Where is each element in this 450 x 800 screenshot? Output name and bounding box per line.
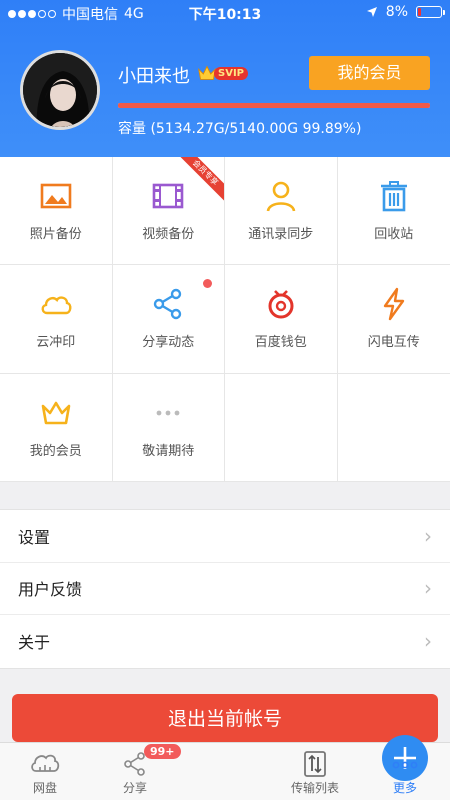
grid-item-label: 照片备份 bbox=[29, 227, 82, 243]
grid-item-label: 我的会员 bbox=[29, 443, 82, 459]
cloud-disk-icon bbox=[31, 754, 60, 772]
notification-dot bbox=[203, 279, 212, 289]
tab-label: 更多 bbox=[392, 781, 417, 795]
battery-icon bbox=[416, 6, 445, 18]
chevron-right-icon: › bbox=[424, 576, 432, 601]
more-dots-icon bbox=[156, 410, 180, 416]
tab-netdisk[interactable]: 网盘 bbox=[0, 743, 90, 800]
grid-item-label: 通讯录同步 bbox=[248, 227, 314, 243]
my-membership-button[interactable]: 我的会员 bbox=[309, 56, 430, 90]
photo-icon bbox=[40, 183, 72, 209]
grid-item-label: 回收站 bbox=[374, 227, 414, 243]
svip-badge: SVIP bbox=[196, 62, 248, 84]
grid-item-recycle-bin[interactable]: 回收站 bbox=[337, 157, 450, 266]
tab-label: 网盘 bbox=[32, 781, 57, 795]
bottom-tab-bar: 网盘 99+ 分享 传输列表 更多 bbox=[0, 735, 450, 800]
grid-item-label: 百度钱包 bbox=[254, 335, 307, 351]
location-arrow-icon bbox=[366, 7, 377, 17]
crown-icon bbox=[41, 401, 71, 425]
tab-more[interactable]: 更多 bbox=[360, 743, 450, 800]
lightning-icon bbox=[383, 288, 404, 321]
share-count-badge: 99+ bbox=[144, 744, 181, 759]
profile-header: 中国电信 4G 下午10:13 8% 小田来也 SVIP 我的会员 容量 (51… bbox=[0, 0, 450, 157]
grid-item-my-membership[interactable]: 我的会员 bbox=[0, 373, 113, 482]
grid-item-photo-backup[interactable]: 照片备份 bbox=[0, 157, 113, 266]
tab-share[interactable]: 99+ 分享 bbox=[90, 743, 181, 800]
grid-item-flash-transfer[interactable]: 闪电互传 bbox=[337, 265, 450, 374]
grid-item-baidu-wallet[interactable]: 百度钱包 bbox=[225, 265, 338, 374]
grid-empty-cell bbox=[337, 374, 450, 482]
list-item-settings[interactable]: 设置 › bbox=[0, 510, 450, 563]
avatar-photo bbox=[23, 53, 97, 127]
grid-item-label: 敬请期待 bbox=[142, 443, 195, 459]
more-dots-icon bbox=[392, 761, 418, 769]
storage-quota-text: 容量 (5134.27G/5140.00G 99.89%) bbox=[118, 121, 362, 137]
trash-icon bbox=[380, 181, 407, 212]
feature-grid: 照片备份 会员专享 视频备份 通讯录同步 回收站 云冲印 分享动态 百度钱包 闪… bbox=[0, 157, 450, 482]
contact-icon bbox=[266, 181, 296, 212]
grid-item-label: 云冲印 bbox=[36, 335, 76, 351]
wallet-icon bbox=[268, 290, 294, 319]
cloud-icon bbox=[41, 296, 72, 315]
grid-item-video-backup[interactable]: 会员专享 视频备份 bbox=[112, 157, 225, 266]
grid-item-label: 闪电互传 bbox=[367, 335, 420, 351]
logout-button[interactable]: 退出当前帐号 bbox=[12, 694, 438, 742]
transfer-icon bbox=[304, 751, 326, 777]
members-only-ribbon: 会员专享 bbox=[178, 157, 224, 203]
svip-label: SVIP bbox=[214, 66, 248, 80]
grid-item-coming-soon: 敬请期待 bbox=[112, 373, 225, 482]
grid-item-share-feed[interactable]: 分享动态 bbox=[112, 265, 225, 374]
grid-item-cloud-print[interactable]: 云冲印 bbox=[0, 265, 113, 374]
status-bar: 中国电信 4G 下午10:13 8% bbox=[0, 0, 450, 26]
list-item-label: 设置 bbox=[18, 527, 51, 547]
list-item-label: 关于 bbox=[18, 633, 51, 653]
username: 小田来也 bbox=[118, 66, 190, 87]
chevron-right-icon: › bbox=[424, 523, 432, 548]
grid-item-contacts-sync[interactable]: 通讯录同步 bbox=[225, 157, 338, 266]
grid-item-label: 视频备份 bbox=[142, 227, 195, 243]
battery-percent: 8% bbox=[385, 4, 408, 20]
share-icon bbox=[154, 289, 182, 320]
list-item-label: 用户反馈 bbox=[18, 580, 83, 600]
grid-item-label: 分享动态 bbox=[142, 335, 195, 351]
chevron-right-icon: › bbox=[424, 629, 432, 654]
tab-label: 分享 bbox=[122, 781, 147, 795]
avatar[interactable] bbox=[20, 50, 100, 130]
list-item-feedback[interactable]: 用户反馈 › bbox=[0, 563, 450, 615]
tab-label: 传输列表 bbox=[290, 781, 339, 795]
settings-list: 设置 › 用户反馈 › 关于 › bbox=[0, 509, 450, 669]
grid-empty-cell bbox=[225, 373, 338, 482]
list-item-about[interactable]: 关于 › bbox=[0, 615, 450, 668]
storage-quota-bar bbox=[118, 103, 430, 108]
tab-transfer-list[interactable]: 传输列表 bbox=[270, 743, 360, 800]
tab-add[interactable] bbox=[180, 735, 428, 800]
